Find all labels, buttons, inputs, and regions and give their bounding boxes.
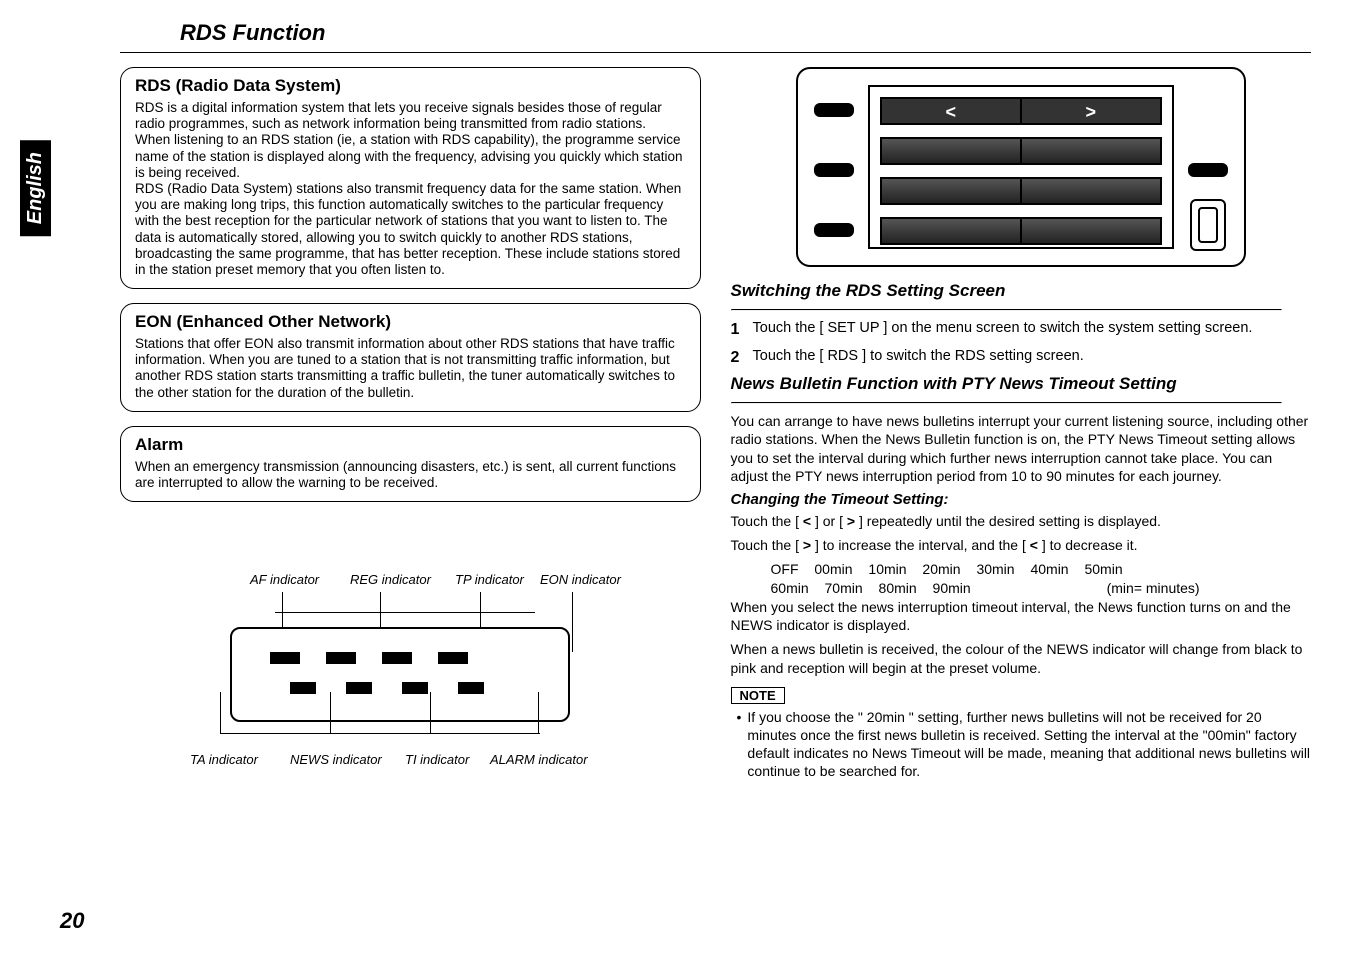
changing-line1: Touch the [ < ] or [ > ] repeatedly unti… <box>731 512 1312 530</box>
changing-line2: Touch the [ > ] to increase the interval… <box>731 536 1312 554</box>
alarm-body: When an emergency transmission (announci… <box>135 459 686 491</box>
changing-timeout-heading: Changing the Timeout Setting: <box>731 491 1312 508</box>
step-number: 1 <box>731 319 747 341</box>
news-heading: News Bulletin Function with PTY News Tim… <box>731 374 1312 394</box>
eon-heading: EON (Enhanced Other Network) <box>135 312 686 332</box>
device-screen: < > <box>868 85 1174 249</box>
rule <box>731 309 1282 311</box>
post-text-1: When you select the news interruption ti… <box>731 598 1312 634</box>
device-side-button <box>814 223 854 237</box>
step-2: 2 Touch the [ RDS ] to switch the RDS se… <box>731 347 1312 369</box>
eon-indicator-label: EON indicator <box>540 572 621 587</box>
news-body: You can arrange to have news bulletins i… <box>731 412 1312 485</box>
step-text: Touch the [ RDS ] to switch the RDS sett… <box>753 347 1084 369</box>
device-figure: < > <box>796 67 1246 267</box>
step-text: Touch the [ SET UP ] on the menu screen … <box>753 319 1253 341</box>
language-tab: English <box>20 140 51 236</box>
page-title: RDS Function <box>180 20 1311 46</box>
rds-heading: RDS (Radio Data System) <box>135 76 686 96</box>
device-side-button <box>1188 163 1228 177</box>
indicator-diagram: AF indicator REG indicator TP indicator … <box>120 552 701 792</box>
bullet-icon: • <box>737 708 742 781</box>
reg-indicator-label: REG indicator <box>350 572 431 587</box>
device-outline <box>230 627 570 722</box>
post-text-2: When a news bulletin is received, the co… <box>731 640 1312 676</box>
device-side-button <box>814 163 854 177</box>
rule <box>731 402 1282 404</box>
step-number: 2 <box>731 347 747 369</box>
note-label: NOTE <box>731 687 785 704</box>
af-indicator-label: AF indicator <box>250 572 319 587</box>
note-text: If you choose the " 20min " setting, fur… <box>747 708 1311 781</box>
rds-body: RDS is a digital information system that… <box>135 100 686 278</box>
device-knob <box>1190 199 1226 251</box>
ti-indicator-label: TI indicator <box>405 752 469 767</box>
alarm-box: Alarm When an emergency transmission (an… <box>120 426 701 502</box>
timeout-options-row2: 60min 70min 80min 90min (min= minutes) <box>771 579 1312 598</box>
switching-heading: Switching the RDS Setting Screen <box>731 281 1312 301</box>
left-column: RDS (Radio Data System) RDS is a digital… <box>120 67 701 792</box>
rds-box: RDS (Radio Data System) RDS is a digital… <box>120 67 701 289</box>
step-1: 1 Touch the [ SET UP ] on the menu scree… <box>731 319 1312 341</box>
page-number: 20 <box>60 908 84 934</box>
timeout-options-row1: OFF 00min 10min 20min 30min 40min 50min <box>771 560 1312 579</box>
title-rule <box>120 52 1311 53</box>
ta-indicator-label: TA indicator <box>190 752 258 767</box>
note-bullet: • If you choose the " 20min " setting, f… <box>737 708 1312 781</box>
device-side-button <box>814 103 854 117</box>
arrow-right-button[interactable]: > <box>1021 98 1161 124</box>
tp-indicator-label: TP indicator <box>455 572 524 587</box>
right-column: < > Switching the RDS Setting Screen 1 T… <box>731 67 1312 792</box>
news-indicator-label: NEWS indicator <box>290 752 382 767</box>
eon-box: EON (Enhanced Other Network) Stations th… <box>120 303 701 412</box>
alarm-heading: Alarm <box>135 435 686 455</box>
alarm-indicator-label: ALARM indicator <box>490 752 588 767</box>
eon-body: Stations that offer EON also transmit in… <box>135 336 686 401</box>
arrow-left-button[interactable]: < <box>881 98 1021 124</box>
